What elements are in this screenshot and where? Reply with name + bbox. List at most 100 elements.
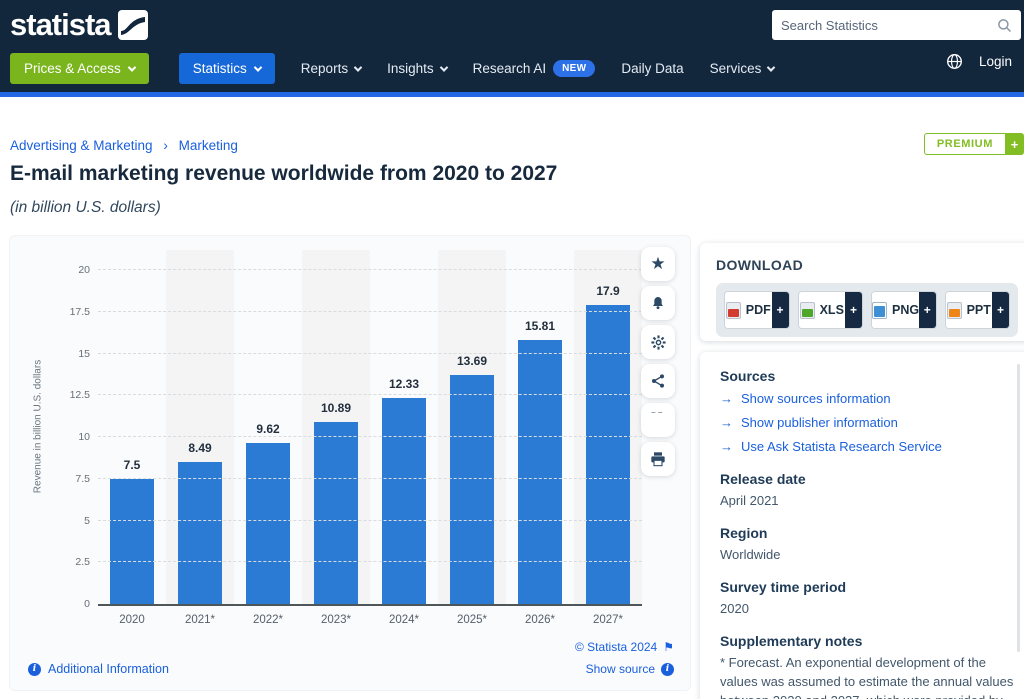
show-source-link[interactable]: Show source i [575,658,674,680]
xls-file-icon [800,302,815,319]
arrow-right-icon: → [720,413,733,432]
bar-2021* [178,462,222,604]
pdf-file-icon [726,302,741,319]
premium-badge[interactable]: PREMIUM + [924,133,1024,155]
gridline [98,311,642,312]
sidebar: DOWNLOAD PDF + XLS + PNG + PPT + [700,236,1024,699]
flag-icon[interactable]: ⚑ [663,636,674,658]
download-png-button[interactable]: PNG + [871,291,937,329]
y-tick-label: 7.5 [50,473,90,485]
ask-statista-link[interactable]: → Use Ask Statista Research Service [720,437,1014,456]
download-pdf-button[interactable]: PDF + [724,291,790,329]
y-axis-title: Revenue in billion U.S. dollars [33,337,44,517]
x-tick-label: 2021* [166,614,234,626]
sources-heading: Sources [720,368,1014,384]
bar-column: 12.33 [370,250,438,604]
bar-column: 15.81 [506,250,574,604]
show-sources-link[interactable]: → Show sources information [720,389,1014,408]
gridline [98,561,642,562]
arrow-right-icon: → [720,437,733,456]
globe-icon[interactable] [946,53,963,70]
bar-value-label: 10.89 [302,401,370,415]
download-ppt-button[interactable]: PPT + [945,291,1011,329]
nav-services[interactable]: Services [710,61,775,76]
chart-toolbar: ★ “ [641,247,675,476]
info-icon: i [661,663,674,676]
page-subtitle: (in billion U.S. dollars) [10,199,161,217]
download-title: DOWNLOAD [716,257,1018,273]
bar-2022* [246,443,290,604]
release-date-heading: Release date [720,471,1014,487]
bar-2023* [314,422,358,604]
plot-area: 7.58.499.6210.8912.3313.6915.8117.9 02.5… [98,250,642,606]
bar-column: 7.5 [98,250,166,604]
bar-2025* [450,375,494,604]
chevron-down-icon [354,63,362,71]
release-date-value: April 2021 [720,491,1014,510]
share-button[interactable] [641,364,675,398]
nav-insights[interactable]: Insights [387,61,447,76]
share-icon [650,373,666,389]
new-badge: NEW [553,60,595,77]
search-input[interactable] [781,18,997,33]
region-value: Worldwide [720,545,1014,564]
nav-daily-data[interactable]: Daily Data [621,61,683,76]
x-tick-label: 2022* [234,614,302,626]
login-link[interactable]: Login [979,54,1012,69]
quote-icon: “ [649,412,666,428]
breadcrumb-marketing[interactable]: Marketing [179,138,238,153]
premium-label: PREMIUM [924,133,1005,155]
download-xls-button[interactable]: XLS + [798,291,864,329]
star-icon: ★ [650,254,665,274]
favorite-button[interactable]: ★ [641,247,675,281]
ppt-file-icon [947,302,962,319]
bar-column: 17.9 [574,250,642,604]
bell-icon [650,295,666,311]
print-button[interactable] [641,442,675,476]
download-buttons: PDF + XLS + PNG + PPT + [716,283,1018,337]
bar-column: 8.49 [166,250,234,604]
survey-period-heading: Survey time period [720,579,1014,595]
sidebar-scrollbar[interactable] [1017,364,1020,652]
nav-reports[interactable]: Reports [301,61,361,76]
gridline [98,520,642,521]
bar-column: 9.62 [234,250,302,604]
nav-research-ai[interactable]: Research AI NEW [473,60,596,77]
cite-button[interactable]: “ [641,403,675,437]
x-tick-label: 2024* [370,614,438,626]
plus-icon: + [919,292,935,328]
x-tick-label: 2027* [574,614,642,626]
plus-icon: + [1005,133,1024,155]
bar-2024* [382,398,426,604]
plus-icon: + [992,292,1009,328]
chart-footer-right: © Statista 2024 ⚑ Show source i [575,636,674,680]
statistics-label: Statistics [193,61,247,76]
main-nav: Prices & Access Statistics Reports Insig… [10,53,774,84]
settings-button[interactable] [641,325,675,359]
prices-access-button[interactable]: Prices & Access [10,53,149,84]
breadcrumb-separator: › [163,138,168,153]
alert-button[interactable] [641,286,675,320]
additional-information-link[interactable]: i Additional Information [28,662,169,676]
copyright-line: © Statista 2024 ⚑ [575,636,674,658]
top-navigation-bar: statista Prices & Access Statistics Repo… [0,0,1024,97]
breadcrumb-advertising-marketing[interactable]: Advertising & Marketing [10,138,153,153]
statistics-button[interactable]: Statistics [179,53,275,84]
bar-value-label: 17.9 [574,284,642,298]
prices-access-label: Prices & Access [24,61,121,76]
supplementary-notes-heading: Supplementary notes [720,633,1014,649]
page-title: E-mail marketing revenue worldwide from … [10,162,557,186]
show-publisher-link[interactable]: → Show publisher information [720,413,1014,432]
download-card: DOWNLOAD PDF + XLS + PNG + PPT + [700,243,1024,341]
y-tick-label: 12.5 [50,389,90,401]
search-icon[interactable] [997,18,1012,33]
bar-value-label: 12.33 [370,377,438,391]
chevron-down-icon [767,63,775,71]
x-axis-labels: 20202021*2022*2023*2024*2025*2026*2027* [98,614,642,626]
y-tick-label: 5 [50,515,90,527]
gridline [98,394,642,395]
region-heading: Region [720,525,1014,541]
statista-logo[interactable]: statista [10,7,148,43]
bar-column: 10.89 [302,250,370,604]
bar-value-label: 7.5 [98,458,166,472]
